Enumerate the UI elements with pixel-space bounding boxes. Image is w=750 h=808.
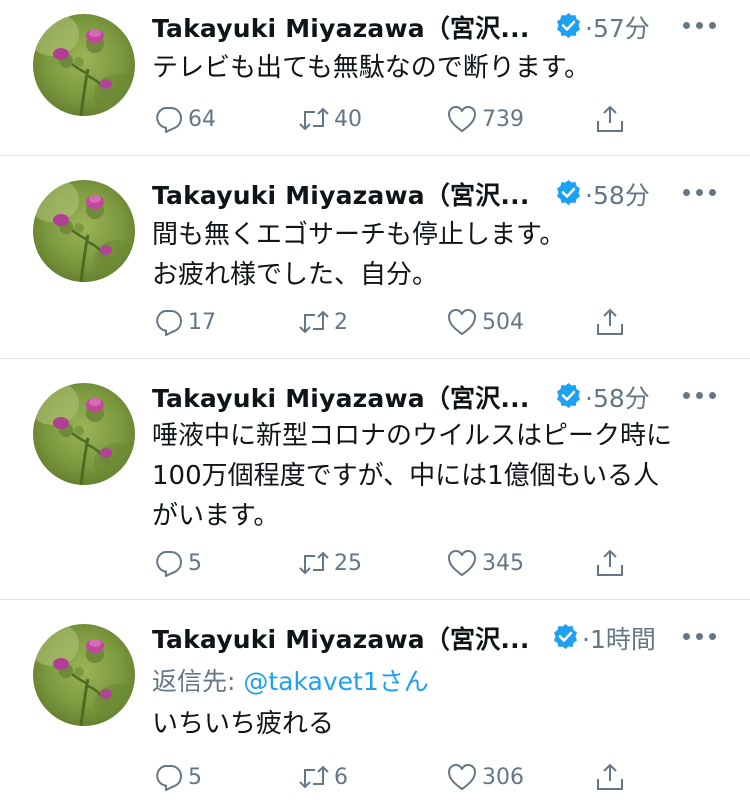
share-icon — [594, 306, 626, 338]
thistle-avatar[interactable] — [33, 624, 135, 726]
more-icon[interactable] — [683, 22, 717, 32]
tweet[interactable]: Takayuki Miyazawa（宮沢... ·58分 唾液中に新型コロナのウ… — [0, 359, 750, 599]
like-icon — [446, 306, 478, 338]
like-count: 345 — [482, 550, 524, 576]
retweet-count: 6 — [334, 764, 348, 790]
retweet-button[interactable]: 6 — [298, 760, 348, 794]
retweet-button[interactable]: 2 — [298, 305, 348, 339]
verified-badge-icon — [555, 382, 582, 409]
reply-count: 5 — [188, 764, 202, 790]
tweet-text-line: 間も無くエゴサーチも停止します。 — [152, 220, 566, 250]
more-icon[interactable] — [683, 392, 717, 402]
retweet-count: 40 — [334, 106, 362, 132]
reply-button[interactable]: 5 — [152, 760, 202, 794]
share-icon — [594, 547, 626, 579]
retweet-button[interactable]: 40 — [298, 102, 362, 136]
retweet-icon — [298, 306, 330, 338]
reply-button[interactable]: 17 — [152, 305, 216, 339]
like-count: 504 — [482, 309, 524, 335]
tweet-text-line: テレビも出ても無駄なので断ります。 — [152, 53, 591, 83]
more-icon[interactable] — [683, 189, 717, 199]
reply-count: 5 — [188, 550, 202, 576]
like-button[interactable]: 306 — [446, 760, 524, 794]
share-icon — [594, 761, 626, 793]
reply-button[interactable]: 64 — [152, 102, 216, 136]
mention-link[interactable]: @takavet1さん — [243, 667, 428, 696]
like-icon — [446, 547, 478, 579]
reply-context: 返信先: @takavet1さん — [152, 662, 429, 698]
author-name[interactable]: Takayuki Miyazawa（宮沢... — [152, 379, 530, 415]
like-count: 739 — [482, 106, 524, 132]
verified-badge-icon — [555, 179, 582, 206]
tweet-text-line: がいます。 — [152, 501, 280, 531]
timestamp[interactable]: ·57分 — [585, 9, 650, 45]
reply-icon — [152, 306, 184, 338]
tweet-text: テレビも出ても無駄なので断ります。 — [152, 48, 590, 88]
timestamp[interactable]: ·58分 — [585, 379, 650, 415]
tweet-text-line: お疲れ様でした、自分。 — [152, 260, 439, 290]
author-name[interactable]: Takayuki Miyazawa（宮沢... — [152, 620, 530, 656]
verified-badge-icon — [552, 623, 579, 650]
tweet-text-line: 唾液中に新型コロナのウイルスはピーク時に — [152, 421, 673, 451]
reply-icon — [152, 547, 184, 579]
retweet-count: 25 — [334, 550, 362, 576]
reply-count: 17 — [188, 309, 216, 335]
share-icon — [594, 103, 626, 135]
timestamp[interactable]: ·1時間 — [582, 620, 656, 656]
reply-icon — [152, 761, 184, 793]
thistle-avatar[interactable] — [33, 383, 135, 485]
tweet[interactable]: Takayuki Miyazawa（宮沢... ·57分 テレビも出ても無駄なの… — [0, 0, 750, 155]
retweet-button[interactable]: 25 — [298, 546, 362, 580]
retweet-icon — [298, 761, 330, 793]
author-name[interactable]: Takayuki Miyazawa（宮沢... — [152, 176, 530, 212]
tweet-text: いちいち疲れる — [152, 704, 334, 744]
share-button[interactable] — [594, 546, 626, 580]
like-button[interactable]: 739 — [446, 102, 524, 136]
share-button[interactable] — [594, 102, 626, 136]
reply-prefix: 返信先: — [152, 667, 244, 696]
share-button[interactable] — [594, 305, 626, 339]
more-icon[interactable] — [683, 633, 717, 643]
like-icon — [446, 761, 478, 793]
verified-badge-icon — [555, 12, 582, 39]
retweet-count: 2 — [334, 309, 348, 335]
share-button[interactable] — [594, 760, 626, 794]
tweet-text-line: いちいち疲れる — [152, 709, 335, 739]
reply-button[interactable]: 5 — [152, 546, 202, 580]
author-name[interactable]: Takayuki Miyazawa（宮沢... — [152, 9, 530, 45]
like-button[interactable]: 504 — [446, 305, 524, 339]
tweet[interactable]: Takayuki Miyazawa（宮沢... ·1時間 返信先: @takav… — [0, 600, 750, 808]
tweet[interactable]: Takayuki Miyazawa（宮沢... ·58分 間も無くエゴサーチも停… — [0, 156, 750, 358]
reply-count: 64 — [188, 106, 216, 132]
timestamp[interactable]: ·58分 — [585, 176, 650, 212]
tweet-text: 間も無くエゴサーチも停止します。 お疲れ様でした、自分。 — [152, 215, 565, 295]
retweet-icon — [298, 103, 330, 135]
like-button[interactable]: 345 — [446, 546, 524, 580]
retweet-icon — [298, 547, 330, 579]
like-icon — [446, 103, 478, 135]
reply-icon — [152, 103, 184, 135]
tweet-text: 唾液中に新型コロナのウイルスはピーク時に 100万個程度ですが、中には1億個もい… — [152, 416, 672, 536]
thistle-avatar[interactable] — [33, 180, 135, 282]
thistle-avatar[interactable] — [33, 14, 135, 116]
tweet-text-line: 100万個程度ですが、中には1億個もいる人 — [152, 461, 660, 491]
like-count: 306 — [482, 764, 524, 790]
